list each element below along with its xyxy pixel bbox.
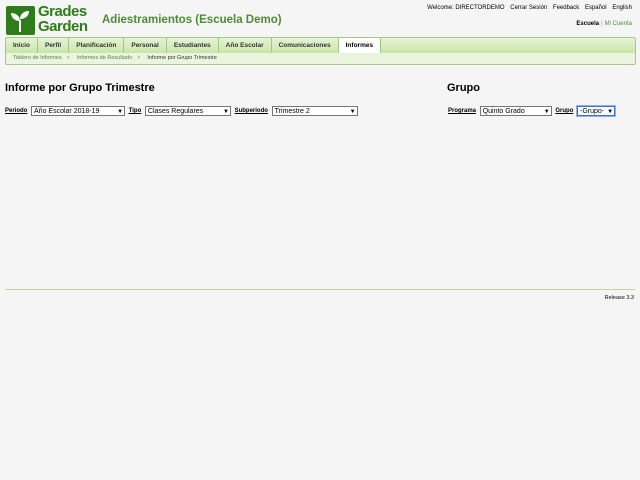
grupo-select-value: -Grupo- [580,108,605,115]
logo-line-1: Grades [38,3,87,20]
tipo-select-value: Clases Regulares [147,108,204,115]
chevron-down-icon: ▼ [607,109,614,115]
school-title: Adiestramientos (Escuela Demo) [102,14,282,26]
subperiodo-select[interactable]: Trimestre 2 ▼ [271,106,358,116]
tab-ano-escolar[interactable]: Año Escolar [219,38,272,53]
grades-garden-logo[interactable]: Grades Garden [6,4,92,36]
periodo-select-value: Año Escolar 2018-19 [34,108,100,115]
grupo-select[interactable]: -Grupo- ▼ [577,106,616,116]
subperiodo-select-value: Trimestre 2 [274,108,310,115]
tab-personal[interactable]: Personal [124,38,167,53]
page-title: Informe por Grupo Trimestre [5,82,155,94]
tipo-label: Tipo [128,108,142,114]
grupo-title: Grupo [447,82,480,94]
main-navigation: Inicio Perfil Planificación Personal Est… [5,37,636,54]
release-version: Release 3.3 [604,295,634,301]
tab-informes[interactable]: Informes [338,38,382,53]
mi-cuenta-link[interactable]: Mi Cuenta [605,21,632,27]
chevron-down-icon: ▼ [543,109,550,115]
chevron-down-icon: ▼ [349,109,356,115]
feedback-link[interactable]: Feedback [553,5,579,11]
logo-line-2: Garden [38,18,88,35]
programa-select[interactable]: Quinto Grado ▼ [479,106,552,116]
breadcrumb-arrow: > [137,55,141,61]
welcome-text: Welcome: DIRECTORDEMO [427,5,505,11]
programa-label: Programa [448,108,477,114]
breadcrumb: Tablero de Informes > Informes de Resultad… [5,53,636,65]
tab-comunicaciones[interactable]: Comunicaciones [272,38,339,53]
breadcrumb-arrow: > [66,55,70,61]
breadcrumb-current: Informe por Grupo Trimestre [147,55,217,61]
tipo-select[interactable]: Clases Regulares ▼ [144,106,231,116]
tab-estudiantes[interactable]: Estudiantes [167,38,219,53]
periodo-select[interactable]: Año Escolar 2018-19 ▼ [31,106,126,116]
context-switch: Escuela | Mi Cuenta [576,21,632,27]
english-language-link[interactable]: English [612,5,632,11]
footer-divider [5,289,635,290]
periodo-label: Periodo [5,108,28,114]
programa-select-value: Quinto Grado [482,108,525,115]
logout-link[interactable]: Cerrar Sesión [510,5,547,11]
chevron-down-icon: ▼ [222,109,229,115]
subperiodo-label: Subperiodo [234,108,268,114]
chevron-down-icon: ▼ [117,109,124,115]
spanish-language-link[interactable]: Español [585,5,607,11]
grupo-label: Grupo [555,108,574,114]
breadcrumb-tablero-de-informes[interactable]: Tablero de Informes [13,55,62,61]
breadcrumb-informes-de-resultado[interactable]: Informes de Resultado [77,55,132,61]
grupo-filters: Programa Quinto Grado ▼ Grupo -Grupo- ▼ [448,106,617,116]
top-links: Welcome: DIRECTORDEMO Cerrar Sesión Feed… [423,5,632,11]
logo-wordmark: Grades Garden [38,4,88,34]
tab-planificacion[interactable]: Planificación [69,38,125,53]
escuela-link[interactable]: Escuela [576,21,599,27]
tab-perfil[interactable]: Perfil [38,38,70,53]
report-filters: Periodo Año Escolar 2018-19 ▼ Tipo Clase… [5,106,360,116]
tab-inicio[interactable]: Inicio [6,38,38,53]
context-separator: | [601,21,603,27]
leaf-logo-icon [6,6,35,35]
